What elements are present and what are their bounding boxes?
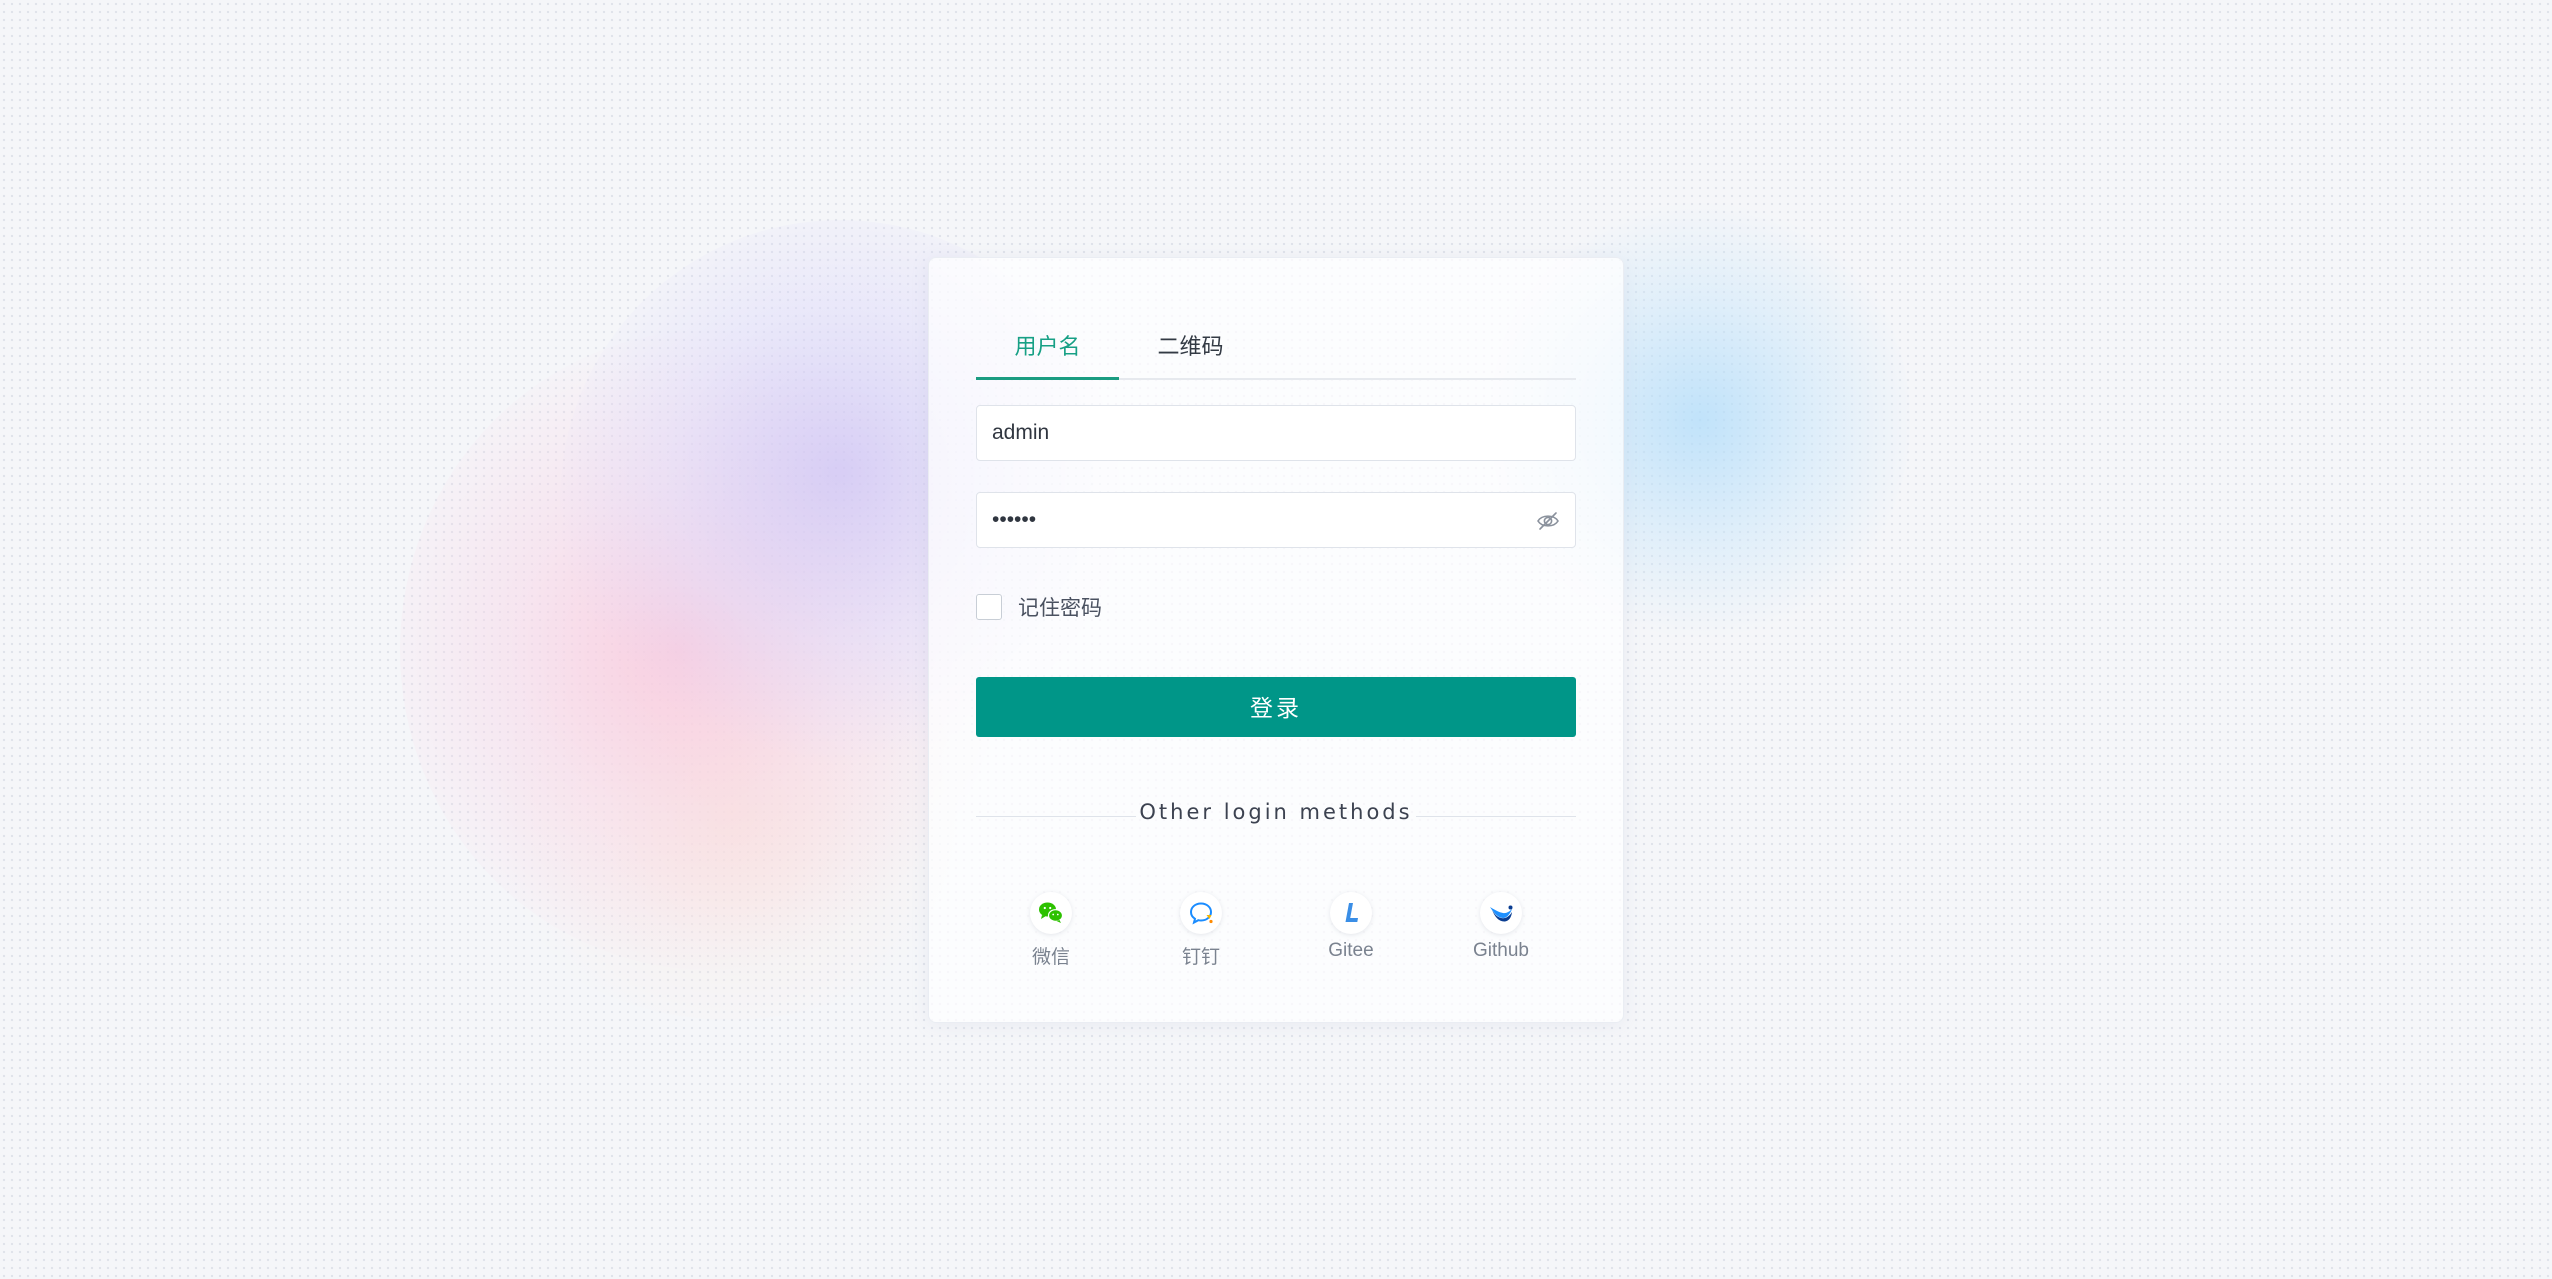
login-button[interactable]: 登录 <box>976 677 1576 737</box>
github-icon <box>1480 892 1522 934</box>
wechat-icon <box>1030 892 1072 934</box>
gitee-label: Gitee <box>1328 940 1374 961</box>
password-input[interactable] <box>977 493 1575 547</box>
tab-qrcode[interactable]: 二维码 <box>1119 324 1262 380</box>
github-label: Github <box>1473 940 1529 961</box>
eye-slash-icon[interactable] <box>1535 508 1561 534</box>
login-card: 用户名 二维码 记住密码 登录 Other login methods <box>928 257 1624 1023</box>
gitee-icon <box>1330 892 1372 934</box>
dingtalk-login[interactable]: 钉钉 <box>1141 892 1261 969</box>
username-input[interactable] <box>977 406 1575 460</box>
other-login-divider: Other login methods <box>976 800 1576 824</box>
dingtalk-label: 钉钉 <box>1181 946 1220 968</box>
gitee-login[interactable]: Gitee <box>1291 892 1411 962</box>
wechat-label: 微信 <box>1031 946 1070 968</box>
social-login-methods: 微信 钉钉 Gitee Github <box>976 892 1576 982</box>
active-tab-indicator <box>976 377 1119 380</box>
dingtalk-icon <box>1180 892 1222 934</box>
background-blob-peach <box>470 600 990 1020</box>
remember-password-label: 记住密码 <box>1018 596 1102 620</box>
github-login[interactable]: Github <box>1441 892 1561 962</box>
remember-password-checkbox[interactable] <box>976 594 1002 620</box>
password-field-wrapper <box>976 492 1576 548</box>
login-tabs: 用户名 二维码 <box>976 324 1576 380</box>
username-field-wrapper <box>976 405 1576 461</box>
wechat-login[interactable]: 微信 <box>991 892 1111 969</box>
background-blob-pink <box>400 330 1020 970</box>
tab-username[interactable]: 用户名 <box>976 324 1119 380</box>
other-login-title: Other login methods <box>1139 800 1413 824</box>
remember-password[interactable]: 记住密码 <box>976 592 1102 622</box>
divider-line-right <box>1416 816 1576 817</box>
